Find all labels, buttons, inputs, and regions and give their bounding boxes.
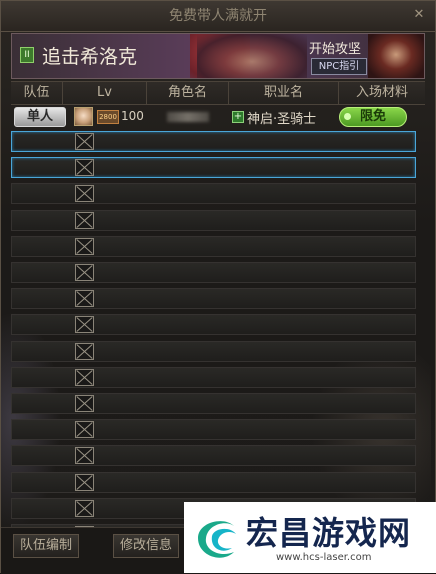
window-title: 免费带人满就开 <box>1 1 435 32</box>
start-raid-label[interactable]: 开始攻坚 <box>309 38 361 57</box>
player-row[interactable]: 单人 2800 100 + 神启·圣骑士 限免 <box>11 106 425 128</box>
solo-badge: 单人 <box>14 107 66 127</box>
brand-logo-icon <box>198 521 236 558</box>
character-name-blurred <box>167 112 209 122</box>
header-character-name: 角色名 <box>147 82 229 104</box>
empty-member-row[interactable] <box>11 314 416 336</box>
empty-member-row[interactable] <box>11 183 416 205</box>
empty-member-row[interactable] <box>11 262 416 283</box>
player-level: 100 <box>121 109 144 123</box>
avatar <box>74 107 93 126</box>
dungeon-banner: II 追击希洛克 开始攻坚 NPC指引 <box>11 33 425 79</box>
empty-slot-icon <box>75 133 94 150</box>
empty-member-row[interactable] <box>11 419 416 441</box>
empty-slot-icon <box>75 316 94 334</box>
header-class-name: 职业名 <box>229 82 339 104</box>
brand-name: 宏昌游戏网 <box>246 514 412 552</box>
empty-member-row[interactable] <box>11 288 416 310</box>
pause-icon[interactable]: II <box>20 47 34 63</box>
empty-member-row[interactable] <box>11 131 416 152</box>
edit-info-button[interactable]: 修改信息 <box>113 534 180 558</box>
empty-slot-icon <box>75 342 94 360</box>
empty-member-row[interactable] <box>11 157 416 179</box>
empty-member-row[interactable] <box>11 471 416 493</box>
empty-member-row[interactable] <box>11 393 416 414</box>
empty-slot-icon <box>75 499 94 517</box>
header-party: 队伍 <box>11 82 63 104</box>
empty-slot-icon <box>75 395 94 412</box>
team-edit-button[interactable]: 队伍编制 <box>13 534 80 558</box>
npc-portrait <box>368 34 424 78</box>
header-level: Lv <box>63 82 147 104</box>
table-header: 队伍 Lv 角色名 职业名 入场材料 <box>11 81 425 105</box>
empty-slot-icon <box>75 368 94 386</box>
empty-slot-icon <box>75 159 94 177</box>
empty-slot-icon <box>75 473 94 491</box>
team-window: 免费带人满就开 ✕ II 追击希洛克 开始攻坚 NPC指引 队伍 Lv 角色名 … <box>0 0 436 574</box>
empty-member-row[interactable] <box>11 235 416 257</box>
empty-slot-icon <box>75 421 94 439</box>
level-icon: 2800 <box>97 110 119 124</box>
header-entry-material: 入场材料 <box>355 85 408 100</box>
ticket-dot-icon <box>344 113 351 120</box>
close-icon[interactable]: ✕ <box>411 7 427 23</box>
empty-slot-icon <box>75 290 94 308</box>
empty-member-row[interactable] <box>11 366 416 388</box>
empty-member-row[interactable] <box>11 340 416 362</box>
empty-member-row[interactable] <box>11 209 416 231</box>
class-icon: + <box>232 111 244 123</box>
brand-url: www.hcs-laser.com <box>276 552 372 563</box>
empty-slot-icon <box>75 185 94 203</box>
class-name: 神启·圣骑士 <box>247 112 317 127</box>
dungeon-title: 追击希洛克 <box>42 46 138 68</box>
empty-member-row[interactable] <box>11 445 416 467</box>
empty-slot-icon <box>75 211 94 229</box>
empty-slot-icon <box>75 237 94 255</box>
npc-guide-button[interactable]: NPC指引 <box>311 58 367 75</box>
boss-portrait <box>197 34 307 78</box>
empty-slot-icon <box>75 264 94 281</box>
empty-slot-icon <box>75 447 94 465</box>
site-watermark: 宏昌游戏网 www.hcs-laser.com <box>184 502 436 573</box>
